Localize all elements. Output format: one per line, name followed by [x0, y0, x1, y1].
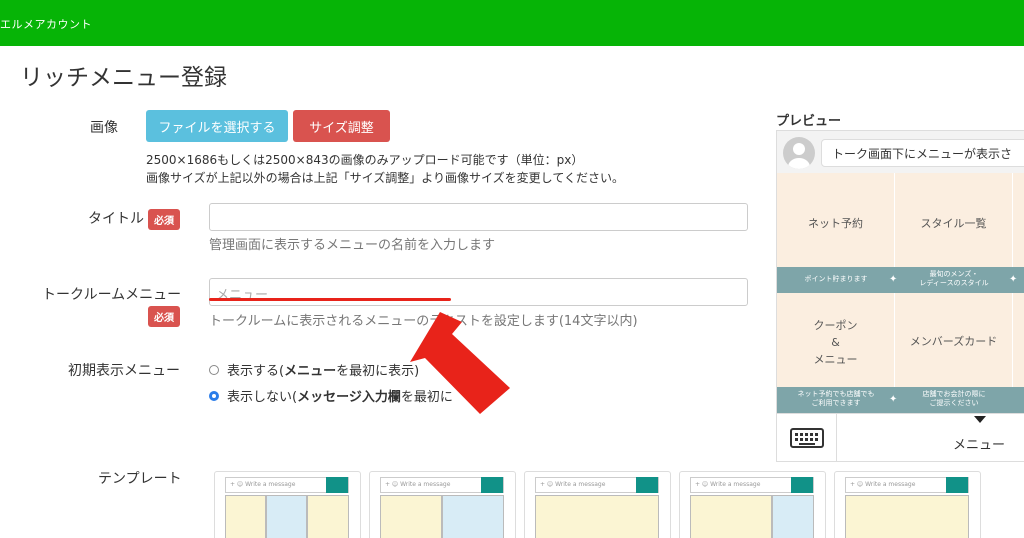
required-badge: 必須 — [148, 209, 180, 230]
template-grid — [380, 495, 504, 538]
template-send-block — [791, 477, 813, 493]
preview-rich-menu: ネット予約 スタイル一覧 ポイント貯まります ✦ 最旬のメンズ・ レディースのス… — [777, 173, 1024, 413]
radio-show-menu[interactable]: 表示する(メニュー を最初に表示) — [209, 360, 419, 379]
menu-tile-label: メンバーズカード — [909, 335, 998, 348]
menu-strip-bottom: ネット予約でも店舗でも ご利用できます ✦ 店舗でお会計の際に ご提示ください — [777, 387, 1024, 413]
template-option-1[interactable]: + ☺ Write a message — [214, 471, 361, 538]
strip-text: ポイント貯まります — [804, 275, 868, 283]
template-cell — [535, 495, 659, 538]
menu-tile-coupon: クーポン & メニュー — [777, 293, 895, 387]
radio-text-pre: 表示する( — [227, 364, 285, 379]
radio-text-bold: メニュー — [284, 364, 337, 379]
template-label: テンプレート — [98, 471, 182, 487]
template-send-block — [326, 477, 348, 493]
radio-text-pre: 表示しない( — [227, 390, 298, 405]
radio-text-post: を最初に表示) — [336, 364, 420, 379]
talkroom-menu-label: トークルームメニュー — [42, 287, 182, 303]
template-cell — [380, 495, 442, 538]
template-send-block — [481, 477, 503, 493]
template-grid — [845, 495, 969, 538]
required-badge: 必須 — [148, 306, 180, 327]
template-grid — [225, 495, 349, 538]
preview-message-bubble: トーク画面下にメニューが表示さ — [821, 139, 1024, 167]
image-label: 画像 — [90, 120, 118, 136]
template-grid — [535, 495, 659, 538]
upload-note-line1: 2500×1686もしくは2500×843の画像のみアップロード可能です（単位：… — [146, 153, 584, 167]
template-cell — [225, 495, 266, 538]
template-cell — [690, 495, 772, 538]
initial-display-label: 初期表示メニュー — [68, 363, 180, 379]
menu-tile-label: クーポン & メニュー — [813, 319, 858, 366]
menu-tile-label: スタイル一覧 — [920, 217, 987, 230]
template-grid — [690, 495, 814, 538]
brand-label[interactable]: エルメアカウント — [0, 16, 92, 32]
menu-tile-label: ネット予約 — [808, 217, 863, 230]
select-file-button[interactable]: ファイルを選択する — [146, 110, 288, 142]
radio-button-selected[interactable] — [209, 390, 219, 401]
top-navbar: エルメアカウント — [0, 0, 1024, 46]
template-cell — [845, 495, 969, 538]
radio-button[interactable] — [209, 364, 219, 375]
template-option-3[interactable]: + ☺ Write a message — [524, 471, 671, 538]
template-cell — [772, 495, 814, 538]
sparkle-icon: ✦ — [1009, 274, 1018, 285]
upload-note-line2: 画像サイズが上記以外の場合は上記「サイズ調整」より画像サイズを変更してください。 — [146, 171, 624, 185]
preview-label: プレビュー — [776, 114, 842, 129]
radio-text-bold: メッセージ入力欄 — [297, 390, 401, 405]
avatar — [783, 137, 815, 169]
title-label: タイトル — [88, 211, 144, 227]
menu-strip-top: ポイント貯まります ✦ 最旬のメンズ・ レディースのスタイル ✦ — [777, 267, 1024, 293]
preview-chat-header: トーク画面下にメニューが表示さ — [777, 131, 1024, 173]
strip-text: ネット予約でも店舗でも ご利用できます — [797, 390, 875, 407]
preview-panel: トーク画面下にメニューが表示さ ネット予約 スタイル一覧 ポイント貯まります ✦… — [776, 130, 1024, 462]
menu-tile-style: スタイル一覧 — [895, 173, 1013, 267]
chevron-down-icon — [974, 416, 986, 423]
annotation-arrow-icon — [410, 312, 510, 414]
preview-footer: メニュー — [777, 413, 1024, 461]
template-send-block — [636, 477, 658, 493]
template-send-block — [946, 477, 968, 493]
resize-button[interactable]: サイズ調整 — [293, 110, 390, 142]
strip-text: 店舗でお会計の際に ご提示ください — [922, 390, 986, 407]
template-cell — [307, 495, 349, 538]
page-title: リッチメニュー登録 — [20, 65, 227, 91]
keyboard-icon — [777, 414, 837, 461]
template-option-2[interactable]: + ☺ Write a message — [369, 471, 516, 538]
menu-tile-reserve: ネット予約 — [777, 173, 895, 267]
template-cell — [266, 495, 307, 538]
template-option-4[interactable]: + ☺ Write a message — [679, 471, 826, 538]
menu-tile-members: メンバーズカード — [895, 293, 1013, 387]
title-input[interactable] — [209, 203, 748, 231]
strip-text: 最旬のメンズ・ レディースのスタイル — [919, 270, 989, 287]
template-option-5[interactable]: + ☺ Write a message — [834, 471, 981, 538]
title-help: 管理画面に表示するメニューの名前を入力します — [209, 238, 496, 253]
preview-menu-label: メニュー — [953, 438, 1006, 453]
template-cell — [442, 495, 504, 538]
